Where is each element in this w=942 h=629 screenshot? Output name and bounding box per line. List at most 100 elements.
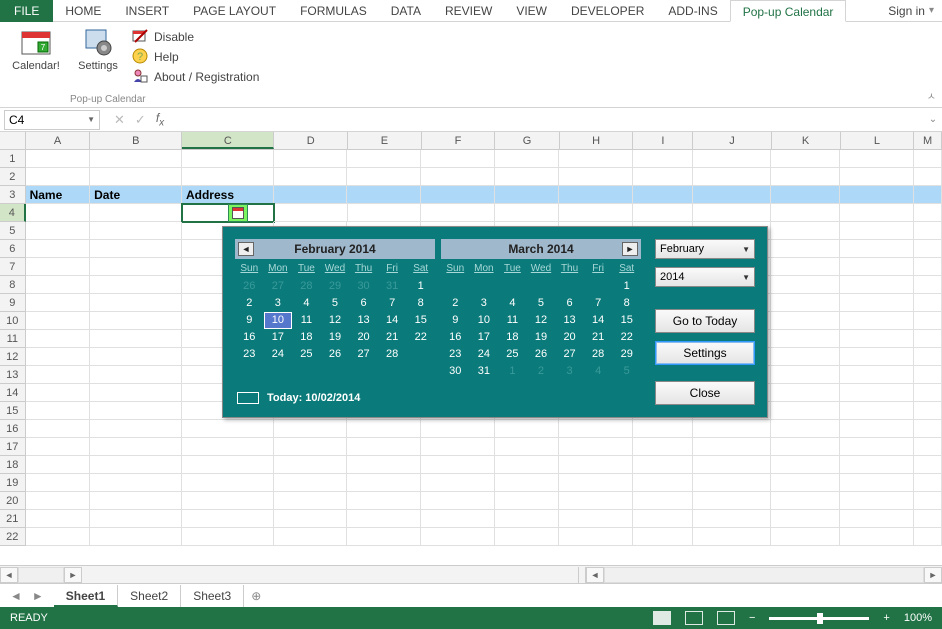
day-cell[interactable]: 4 bbox=[584, 363, 613, 380]
col-header-C[interactable]: C bbox=[182, 132, 274, 149]
cell-J19[interactable] bbox=[693, 474, 771, 492]
cell-F17[interactable] bbox=[421, 438, 495, 456]
cell-K14[interactable] bbox=[771, 384, 840, 402]
col-header-L[interactable]: L bbox=[841, 132, 915, 149]
cell-I22[interactable] bbox=[633, 528, 693, 546]
scroll-track-left[interactable] bbox=[18, 567, 64, 583]
cell-L21[interactable] bbox=[840, 510, 914, 528]
sign-in[interactable]: Sign in ▾ bbox=[880, 4, 942, 18]
cell-L12[interactable] bbox=[840, 348, 914, 366]
day-cell[interactable]: 29 bbox=[612, 346, 641, 363]
cell-E1[interactable] bbox=[347, 150, 421, 168]
cell-M3[interactable] bbox=[914, 186, 942, 204]
day-cell[interactable]: 11 bbox=[498, 312, 527, 329]
row-header-3[interactable]: 3 bbox=[0, 186, 26, 204]
day-cell[interactable]: 12 bbox=[527, 312, 556, 329]
cell-E21[interactable] bbox=[347, 510, 421, 528]
cell-M5[interactable] bbox=[914, 222, 942, 240]
day-cell[interactable]: 1 bbox=[498, 363, 527, 380]
day-cell[interactable]: 19 bbox=[527, 329, 556, 346]
cell-K1[interactable] bbox=[771, 150, 840, 168]
day-cell[interactable]: 10 bbox=[264, 312, 293, 329]
cell-C20[interactable] bbox=[182, 492, 274, 510]
cell-E22[interactable] bbox=[347, 528, 421, 546]
cell-A3[interactable]: Name bbox=[26, 186, 91, 204]
cell-K11[interactable] bbox=[771, 330, 840, 348]
day-cell[interactable]: 24 bbox=[470, 346, 499, 363]
day-cell[interactable]: 28 bbox=[584, 346, 613, 363]
cell-G4[interactable] bbox=[495, 204, 560, 222]
about-button[interactable]: About / Registration bbox=[132, 68, 259, 86]
row-header-1[interactable]: 1 bbox=[0, 150, 26, 168]
cell-C16[interactable] bbox=[182, 420, 274, 438]
day-cell[interactable]: 9 bbox=[235, 312, 264, 329]
cell-I17[interactable] bbox=[633, 438, 693, 456]
cell-K10[interactable] bbox=[771, 312, 840, 330]
cell-L19[interactable] bbox=[840, 474, 914, 492]
cell-L22[interactable] bbox=[840, 528, 914, 546]
cell-C3[interactable]: Address bbox=[182, 186, 274, 204]
cell-F18[interactable] bbox=[421, 456, 495, 474]
cell-J16[interactable] bbox=[693, 420, 771, 438]
day-cell[interactable]: 23 bbox=[235, 346, 264, 363]
col-header-I[interactable]: I bbox=[633, 132, 693, 149]
cell-K2[interactable] bbox=[771, 168, 840, 186]
cell-L18[interactable] bbox=[840, 456, 914, 474]
formula-input[interactable] bbox=[170, 110, 924, 130]
cell-B18[interactable] bbox=[90, 456, 182, 474]
fx-icon[interactable]: fx bbox=[156, 111, 164, 128]
cell-M10[interactable] bbox=[914, 312, 942, 330]
cell-F16[interactable] bbox=[421, 420, 495, 438]
cell-H1[interactable] bbox=[559, 150, 633, 168]
cell-L20[interactable] bbox=[840, 492, 914, 510]
cell-A13[interactable] bbox=[26, 366, 91, 384]
popup-settings-button[interactable]: Settings bbox=[655, 341, 755, 365]
cell-J21[interactable] bbox=[693, 510, 771, 528]
tab-pop-up-calendar[interactable]: Pop-up Calendar bbox=[730, 0, 847, 22]
day-cell[interactable]: 9 bbox=[441, 312, 470, 329]
calendar-button[interactable]: 7 Calendar! bbox=[8, 26, 64, 72]
scroll-right-button[interactable]: ► bbox=[64, 567, 82, 583]
day-cell[interactable]: 26 bbox=[321, 346, 350, 363]
col-header-A[interactable]: A bbox=[26, 132, 90, 149]
zoom-value[interactable]: 100% bbox=[904, 612, 932, 624]
cell-F2[interactable] bbox=[421, 168, 495, 186]
cell-B8[interactable] bbox=[90, 276, 182, 294]
cell-L9[interactable] bbox=[840, 294, 914, 312]
cell-A7[interactable] bbox=[26, 258, 91, 276]
cell-D2[interactable] bbox=[274, 168, 348, 186]
cell-F3[interactable] bbox=[421, 186, 495, 204]
cell-K16[interactable] bbox=[771, 420, 840, 438]
day-cell[interactable]: 30 bbox=[349, 278, 378, 295]
day-cell[interactable]: 14 bbox=[584, 312, 613, 329]
cell-M2[interactable] bbox=[914, 168, 942, 186]
cell-G1[interactable] bbox=[495, 150, 560, 168]
cell-B19[interactable] bbox=[90, 474, 182, 492]
cell-L1[interactable] bbox=[840, 150, 914, 168]
scroll-left-button-2[interactable]: ◄ bbox=[586, 567, 604, 583]
cell-J2[interactable] bbox=[693, 168, 771, 186]
cell-M18[interactable] bbox=[914, 456, 942, 474]
cell-B9[interactable] bbox=[90, 294, 182, 312]
cell-I2[interactable] bbox=[633, 168, 693, 186]
zoom-in-icon[interactable]: + bbox=[883, 612, 889, 624]
sheet-nav-prev-icon[interactable]: ◄ bbox=[10, 589, 22, 603]
view-page-layout-icon[interactable] bbox=[685, 611, 703, 625]
cell-H21[interactable] bbox=[559, 510, 633, 528]
day-cell[interactable]: 3 bbox=[555, 363, 584, 380]
cell-D20[interactable] bbox=[274, 492, 348, 510]
day-cell[interactable]: 3 bbox=[264, 295, 293, 312]
cell-L3[interactable] bbox=[840, 186, 914, 204]
cell-K7[interactable] bbox=[771, 258, 840, 276]
day-cell[interactable]: 28 bbox=[378, 346, 407, 363]
cell-K9[interactable] bbox=[771, 294, 840, 312]
cell-G20[interactable] bbox=[495, 492, 560, 510]
close-button[interactable]: Close bbox=[655, 381, 755, 405]
row-header-11[interactable]: 11 bbox=[0, 330, 26, 348]
cell-J3[interactable] bbox=[693, 186, 771, 204]
cell-A9[interactable] bbox=[26, 294, 91, 312]
cell-A8[interactable] bbox=[26, 276, 91, 294]
cell-L2[interactable] bbox=[840, 168, 914, 186]
row-header-12[interactable]: 12 bbox=[0, 348, 26, 366]
cell-I4[interactable] bbox=[633, 204, 693, 222]
